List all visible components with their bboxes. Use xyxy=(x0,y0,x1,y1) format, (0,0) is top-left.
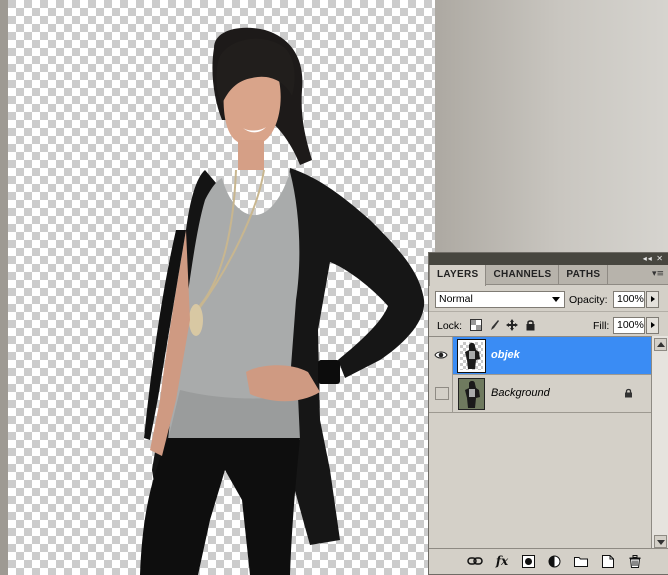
layers-toolbar: fx xyxy=(429,548,668,574)
layer-thumbnail xyxy=(457,339,486,373)
tab-channels[interactable]: CHANNELS xyxy=(486,265,560,284)
collapse-close-icons[interactable]: ◂◂ ✕ xyxy=(643,253,664,265)
lock-all-icon[interactable] xyxy=(524,319,536,331)
opacity-input[interactable]: 100% xyxy=(613,291,645,308)
tab-paths[interactable]: PATHS xyxy=(559,265,609,284)
trash-icon[interactable] xyxy=(626,553,644,569)
visibility-toggle[interactable] xyxy=(429,337,453,375)
lock-position-icon[interactable] xyxy=(506,319,518,331)
lock-transparent-pixels-icon[interactable] xyxy=(470,319,482,331)
adjustment-layer-icon[interactable] xyxy=(545,553,563,569)
chevron-down-icon xyxy=(552,297,560,302)
lock-image-pixels-icon[interactable] xyxy=(488,319,500,331)
fx-icon[interactable]: fx xyxy=(493,553,511,569)
fill-slider-arrow[interactable] xyxy=(646,317,659,334)
layer-thumbnail xyxy=(458,378,485,410)
document-canvas[interactable] xyxy=(0,0,435,575)
layer-row-background[interactable]: Background xyxy=(429,375,651,413)
layer-name[interactable]: objek xyxy=(491,349,520,361)
link-layers-icon[interactable] xyxy=(466,553,484,569)
layer-mask-icon[interactable] xyxy=(519,553,537,569)
panel-titlebar[interactable]: ◂◂ ✕ xyxy=(429,253,668,265)
scroll-up-button[interactable] xyxy=(654,338,667,351)
panel-tabbar: LAYERS CHANNELS PATHS ▾≡ xyxy=(429,265,668,286)
layer-list-scrollbar[interactable] xyxy=(651,336,668,550)
fill-input[interactable]: 100% xyxy=(613,317,645,334)
panel-menu-icon[interactable]: ▾≡ xyxy=(652,268,664,280)
cutout-person-image xyxy=(140,27,425,575)
lock-label: Lock: xyxy=(437,320,463,332)
blend-row: Normal Opacity: 100% xyxy=(429,285,668,311)
scroll-down-button[interactable] xyxy=(654,535,667,548)
visibility-toggle[interactable] xyxy=(429,375,453,413)
layer-row-objek[interactable]: objek xyxy=(429,337,651,375)
tab-layers[interactable]: LAYERS xyxy=(429,265,487,286)
lock-row: Lock: Fill: 100% xyxy=(429,311,668,337)
eye-icon xyxy=(434,351,448,359)
layers-panel: ◂◂ ✕ LAYERS CHANNELS PATHS ▾≡ Normal Opa… xyxy=(428,252,668,575)
new-layer-icon[interactable] xyxy=(599,553,617,569)
lock-icon xyxy=(625,388,632,398)
layer-list: objek Background xyxy=(429,336,651,550)
opacity-label: Opacity: xyxy=(569,294,608,306)
hidden-visibility-box xyxy=(435,387,449,400)
opacity-slider-arrow[interactable] xyxy=(646,291,659,308)
layer-name[interactable]: Background xyxy=(491,387,550,399)
new-group-icon[interactable] xyxy=(572,553,590,569)
blend-mode-value: Normal xyxy=(439,293,473,305)
blend-mode-select[interactable]: Normal xyxy=(435,291,565,308)
fill-label: Fill: xyxy=(593,320,610,332)
